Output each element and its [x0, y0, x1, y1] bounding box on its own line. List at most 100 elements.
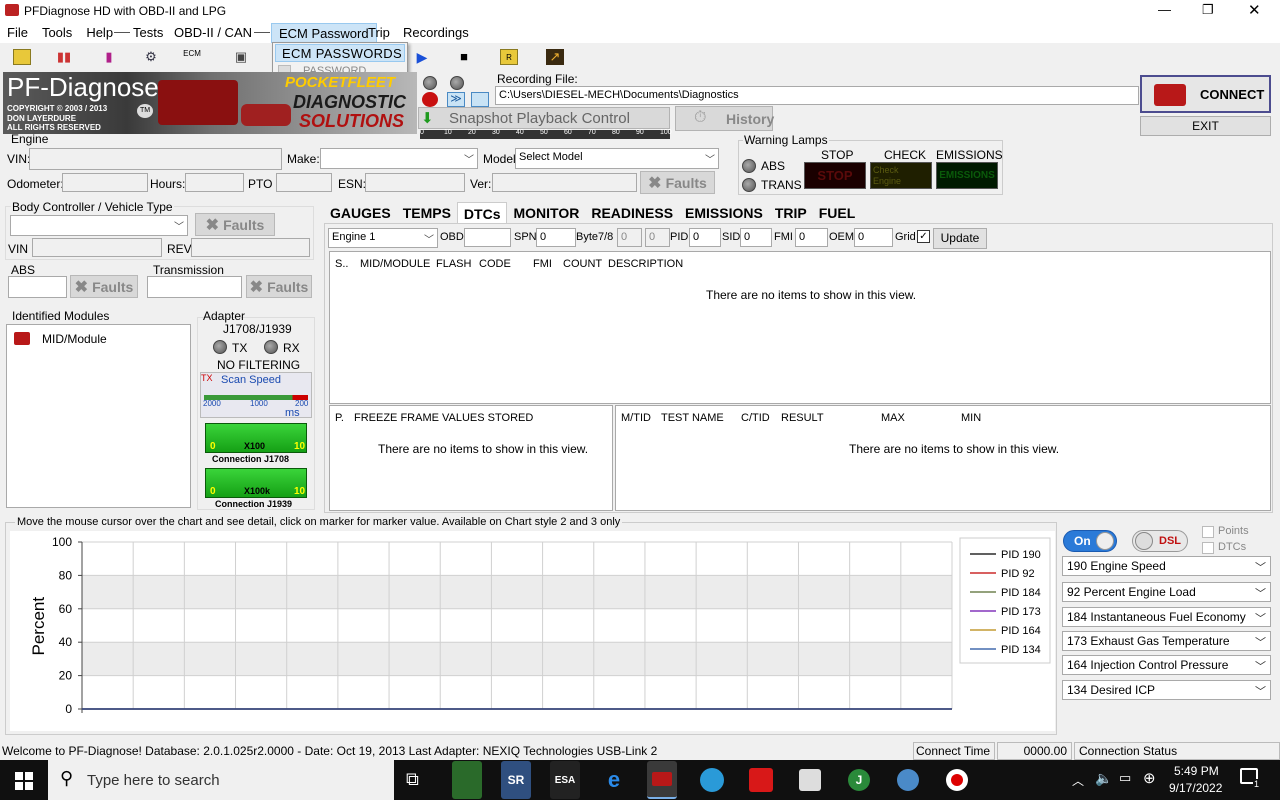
- column-header[interactable]: FMI: [533, 258, 552, 270]
- tab-readiness[interactable]: READINESS: [585, 202, 679, 224]
- windows-start-icon[interactable]: [15, 772, 33, 790]
- save-icon[interactable]: ▮: [100, 49, 118, 65]
- vin-field[interactable]: [29, 148, 282, 170]
- ie-app-icon[interactable]: e: [599, 761, 629, 799]
- app-icon[interactable]: [795, 761, 825, 799]
- chevron-up-icon[interactable]: ︿: [1072, 772, 1084, 789]
- export-icon[interactable]: ↗: [546, 49, 564, 65]
- spn-field[interactable]: 0: [536, 228, 576, 247]
- menu-tests[interactable]: Tests: [126, 23, 170, 43]
- line-chart[interactable]: 100 80 60 40 20 0 Percent PID 190 PID 92 PID 184 P…: [10, 531, 1055, 731]
- history-button[interactable]: ⏱ History: [675, 106, 774, 131]
- column-header[interactable]: S..: [335, 258, 348, 270]
- task-view-icon[interactable]: ⧉: [406, 769, 419, 790]
- close-button[interactable]: ✕: [1248, 1, 1261, 19]
- update-button[interactable]: Update: [933, 228, 987, 249]
- body-vin-field[interactable]: [32, 238, 162, 257]
- pid-select-3[interactable]: 184 Instantaneous Fuel Economy ﹀: [1062, 607, 1271, 627]
- stop-icon[interactable]: ■: [455, 49, 473, 65]
- column-header[interactable]: FREEZE FRAME VALUES STORED: [354, 412, 533, 424]
- minimize-button[interactable]: —: [1158, 2, 1171, 17]
- tab-temps[interactable]: TEMPS: [397, 202, 457, 224]
- snapshot-playback-button[interactable]: ⬇ Snapshot Playback Control: [418, 107, 670, 129]
- column-header[interactable]: CODE: [479, 258, 511, 270]
- connect-button[interactable]: CONNECT: [1140, 75, 1271, 113]
- tab-gauges[interactable]: GAUGES: [324, 202, 397, 224]
- column-header[interactable]: FLASH: [436, 258, 471, 270]
- record-folder-icon[interactable]: R: [500, 49, 518, 65]
- menu-trip[interactable]: Trip: [361, 23, 397, 43]
- column-header[interactable]: MIN: [961, 412, 981, 424]
- rev-field[interactable]: [191, 238, 310, 257]
- signal-icon[interactable]: ▮▮: [55, 49, 73, 65]
- menu-file[interactable]: File: [0, 23, 35, 43]
- record-app-icon[interactable]: [942, 761, 972, 799]
- grid-checkbox[interactable]: ✓: [917, 230, 930, 243]
- app-icon[interactable]: [893, 761, 923, 799]
- make-select[interactable]: ﹀: [320, 148, 478, 169]
- tools-icon[interactable]: ⚙: [142, 49, 160, 65]
- dsl-toggle[interactable]: DSL: [1132, 530, 1188, 552]
- transmission-field[interactable]: [147, 276, 242, 298]
- recording-file-path[interactable]: C:\Users\DIESEL-MECH\Documents\Diagnosti…: [495, 86, 1139, 105]
- on-toggle[interactable]: On: [1063, 530, 1117, 552]
- column-header[interactable]: DESCRIPTION: [608, 258, 683, 270]
- exit-button[interactable]: EXIT: [1140, 116, 1271, 136]
- pid-select-5[interactable]: 164 Injection Control Pressure ﹀: [1062, 655, 1271, 675]
- menu-item-ecm-passwords[interactable]: ECM PASSWORDS: [275, 44, 405, 62]
- step-icon[interactable]: ≫: [447, 92, 465, 107]
- pto-field[interactable]: [276, 173, 332, 192]
- esn-field[interactable]: [365, 173, 465, 192]
- calculator-app-icon[interactable]: [452, 761, 482, 799]
- byte8-field[interactable]: 0: [645, 228, 670, 247]
- column-header[interactable]: P.: [335, 412, 344, 424]
- engine-faults-button[interactable]: ✖ Faults: [640, 171, 715, 194]
- clock-time[interactable]: 5:49 PM: [1174, 764, 1219, 778]
- column-header[interactable]: C/TID: [741, 412, 770, 424]
- ver-field[interactable]: [492, 173, 637, 192]
- abs-field[interactable]: [8, 276, 67, 298]
- pid-select-2[interactable]: 92 Percent Engine Load ﹀: [1062, 582, 1271, 602]
- tab-fuel[interactable]: FUEL: [813, 202, 862, 224]
- obd-field[interactable]: [464, 228, 511, 247]
- vehicle-type-select[interactable]: ﹀: [10, 215, 188, 236]
- record-icon[interactable]: [422, 92, 438, 107]
- column-header[interactable]: M/TID: [621, 412, 651, 424]
- truck-icon[interactable]: ▣: [232, 49, 250, 65]
- pid-select-4[interactable]: 173 Exhaust Gas Temperature ﹀: [1062, 631, 1271, 651]
- modules-list[interactable]: MID/Module: [6, 324, 191, 508]
- column-header[interactable]: TEST NAME: [661, 412, 724, 424]
- tab-monitor[interactable]: MONITOR: [507, 202, 585, 224]
- column-header[interactable]: RESULT: [781, 412, 824, 424]
- search-box[interactable]: ⚲ Type here to search: [48, 760, 394, 800]
- abs-faults-button[interactable]: ✖ Faults: [70, 275, 138, 298]
- sid-field[interactable]: 0: [740, 228, 772, 247]
- loop-icon[interactable]: [471, 92, 489, 107]
- pid-select-1[interactable]: 190 Engine Speed ﹀: [1062, 556, 1271, 576]
- cummins-app-icon[interactable]: [746, 761, 776, 799]
- network-icon[interactable]: ▭: [1119, 770, 1131, 786]
- transmission-faults-button[interactable]: ✖ Faults: [246, 275, 312, 298]
- play-icon[interactable]: ▶: [413, 49, 431, 65]
- tab-dtcs[interactable]: DTCs: [456, 202, 508, 224]
- model-select[interactable]: Select Model ﹀: [515, 148, 719, 169]
- column-header[interactable]: COUNT: [563, 258, 602, 270]
- ecm-icon[interactable]: ECM: [183, 49, 201, 65]
- sr-app-icon[interactable]: SR: [501, 761, 531, 799]
- byte7-field[interactable]: 0: [617, 228, 642, 247]
- column-header[interactable]: MID/MODULE: [360, 258, 430, 270]
- pid-field[interactable]: 0: [689, 228, 721, 247]
- language-icon[interactable]: ⊕: [1143, 769, 1156, 787]
- freeze-frame-table[interactable]: P. FREEZE FRAME VALUES STORED There are …: [329, 405, 613, 511]
- app-icon[interactable]: [697, 761, 727, 799]
- menu-recordings[interactable]: Recordings: [396, 23, 476, 43]
- engine-select[interactable]: Engine 1 ﹀: [328, 228, 438, 248]
- j-app-icon[interactable]: J: [844, 761, 874, 799]
- open-icon[interactable]: [13, 49, 31, 65]
- column-header[interactable]: MAX: [881, 412, 905, 424]
- vertical-scrollbar[interactable]: [1270, 760, 1280, 800]
- scan-speed-slider[interactable]: TX Scan Speed 2000 1000 200 ms: [200, 372, 312, 419]
- tab-trip[interactable]: TRIP: [769, 202, 813, 224]
- fmi-field[interactable]: 0: [795, 228, 828, 247]
- odometer-field[interactable]: [62, 173, 148, 192]
